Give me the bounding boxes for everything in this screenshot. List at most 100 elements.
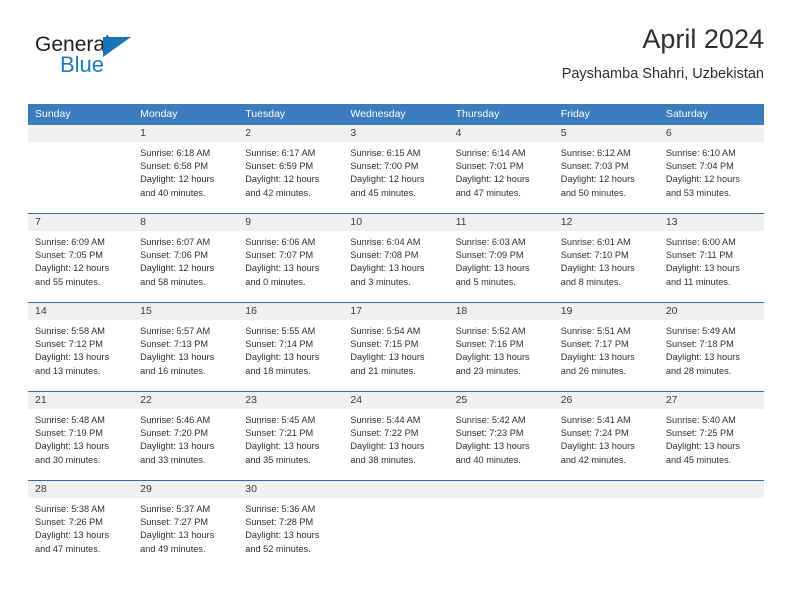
day-cell[interactable]: 17 Sunrise: 5:54 AM Sunset: 7:15 PM Dayligh… xyxy=(343,303,449,391)
day-cell[interactable]: 5 Sunrise: 6:12 AM Sunset: 7:03 PM Daylight… xyxy=(553,125,659,213)
day-details: Sunrise: 5:51 AM Sunset: 7:17 PM Daylight:… xyxy=(554,320,659,384)
daylight-text-line2: and 33 minutes. xyxy=(140,454,206,465)
sunset-text: Sunset: 7:09 PM xyxy=(455,250,524,261)
daylight-text-line2: and 35 minutes. xyxy=(245,454,311,465)
day-cell[interactable]: 21 Sunrise: 5:48 AM Sunset: 7:19 PM Dayligh… xyxy=(28,392,134,480)
sunrise-text: Sunrise: 6:01 AM xyxy=(560,237,631,247)
daylight-text-line2: and 42 minutes. xyxy=(560,454,627,465)
daylight-text-line2: and 38 minutes. xyxy=(350,454,416,465)
sunset-text: Sunset: 7:13 PM xyxy=(140,339,209,350)
daylight-text-line1: Daylight: 12 hours xyxy=(350,174,425,185)
sunrise-text: Sunrise: 5:41 AM xyxy=(560,415,631,425)
day-cell[interactable]: 1 Sunrise: 6:18 AM Sunset: 6:58 PM Daylight… xyxy=(133,125,239,213)
day-cell[interactable]: 19 Sunrise: 5:51 AM Sunset: 7:17 PM Dayligh… xyxy=(553,303,659,391)
sunrise-text: Sunrise: 6:15 AM xyxy=(350,148,421,158)
day-details: Sunrise: 5:48 AM Sunset: 7:19 PM Daylight:… xyxy=(28,409,133,473)
daylight-text-line2: and 30 minutes. xyxy=(35,454,101,465)
day-cell[interactable]: 7 Sunrise: 6:09 AM Sunset: 7:05 PM Daylight… xyxy=(28,214,134,302)
day-cell[interactable]: 28 Sunrise: 5:38 AM Sunset: 7:26 PM Dayligh… xyxy=(28,481,134,569)
day-cell[interactable]: 10 Sunrise: 6:04 AM Sunset: 7:08 PM Dayligh… xyxy=(343,214,449,302)
day-details: Sunrise: 6:15 AM Sunset: 7:00 PM Daylight:… xyxy=(343,142,448,206)
sunset-text: Sunset: 7:28 PM xyxy=(245,517,314,528)
day-cell[interactable]: 25 Sunrise: 5:42 AM Sunset: 7:23 PM Dayligh… xyxy=(448,392,554,480)
daylight-text-line2: and 28 minutes. xyxy=(665,365,732,376)
day-cell[interactable]: 16 Sunrise: 5:55 AM Sunset: 7:14 PM Dayligh… xyxy=(238,303,344,391)
day-cell[interactable]: 15 Sunrise: 5:57 AM Sunset: 7:13 PM Dayligh… xyxy=(133,303,239,391)
sunrise-text: Sunrise: 5:44 AM xyxy=(350,415,421,425)
day-cell[interactable]: 8 Sunrise: 6:07 AM Sunset: 7:06 PM Daylight… xyxy=(133,214,239,302)
sunrise-text: Sunrise: 5:40 AM xyxy=(665,415,736,425)
daylight-text-line1: Daylight: 12 hours xyxy=(560,174,635,185)
day-details: Sunrise: 6:12 AM Sunset: 7:03 PM Daylight:… xyxy=(554,142,659,206)
calendar-week-row: 21 Sunrise: 5:48 AM Sunset: 7:19 PM Dayligh… xyxy=(28,391,764,480)
day-details xyxy=(659,498,764,509)
sunset-text: Sunset: 7:23 PM xyxy=(455,428,524,439)
sunset-text: Sunset: 7:08 PM xyxy=(350,250,419,261)
sunset-text: Sunset: 7:24 PM xyxy=(560,428,629,439)
day-cell[interactable]: 23 Sunrise: 5:45 AM Sunset: 7:21 PM Dayligh… xyxy=(238,392,344,480)
daylight-text-line2: and 26 minutes. xyxy=(560,365,627,376)
day-details: Sunrise: 6:04 AM Sunset: 7:08 PM Daylight:… xyxy=(343,231,448,295)
daylight-text-line2: and 49 minutes. xyxy=(140,543,206,554)
day-cell[interactable]: 20 Sunrise: 5:49 AM Sunset: 7:18 PM Dayligh… xyxy=(658,303,764,391)
day-cell[interactable]: 11 Sunrise: 6:03 AM Sunset: 7:09 PM Dayligh… xyxy=(448,214,554,302)
day-cell[interactable]: 29 Sunrise: 5:37 AM Sunset: 7:27 PM Dayligh… xyxy=(133,481,239,569)
daylight-text-line2: and 55 minutes. xyxy=(35,276,101,287)
sunrise-text: Sunrise: 6:04 AM xyxy=(350,237,421,247)
daylight-text-line1: Daylight: 12 hours xyxy=(665,174,740,185)
calendar-week-row: 1 Sunrise: 6:18 AM Sunset: 6:58 PM Daylight… xyxy=(28,125,764,213)
day-details: Sunrise: 5:57 AM Sunset: 7:13 PM Daylight:… xyxy=(133,320,238,384)
daylight-text-line1: Daylight: 13 hours xyxy=(245,441,320,452)
daylight-text-line2: and 0 minutes. xyxy=(245,276,306,287)
day-cell[interactable]: 13 Sunrise: 6:00 AM Sunset: 7:11 PM Dayligh… xyxy=(658,214,764,302)
day-cell[interactable]: 24 Sunrise: 5:44 AM Sunset: 7:22 PM Dayligh… xyxy=(343,392,449,480)
daylight-text-line1: Daylight: 13 hours xyxy=(350,352,425,363)
day-number: 23 xyxy=(238,392,344,409)
day-cell[interactable]: 27 Sunrise: 5:40 AM Sunset: 7:25 PM Dayligh… xyxy=(658,392,764,480)
day-cell[interactable]: 2 Sunrise: 6:17 AM Sunset: 6:59 PM Daylight… xyxy=(238,125,344,213)
day-cell[interactable]: 12 Sunrise: 6:01 AM Sunset: 7:10 PM Dayligh… xyxy=(553,214,659,302)
daylight-text-line1: Daylight: 13 hours xyxy=(245,263,320,274)
day-cell[interactable]: 14 Sunrise: 5:58 AM Sunset: 7:12 PM Dayligh… xyxy=(28,303,134,391)
sunrise-text: Sunrise: 5:49 AM xyxy=(665,326,736,336)
sunrise-text: Sunrise: 6:14 AM xyxy=(455,148,526,158)
day-cell[interactable]: 4 Sunrise: 6:14 AM Sunset: 7:01 PM Daylight… xyxy=(448,125,554,213)
day-cell[interactable]: 22 Sunrise: 5:46 AM Sunset: 7:20 PM Dayligh… xyxy=(133,392,239,480)
day-number: 18 xyxy=(448,303,554,320)
day-cell[interactable]: 9 Sunrise: 6:06 AM Sunset: 7:07 PM Daylight… xyxy=(238,214,344,302)
daylight-text-line1: Daylight: 13 hours xyxy=(560,352,635,363)
day-number xyxy=(28,125,134,142)
brand-logo[interactable]: General Blue xyxy=(35,32,155,88)
sunrise-text: Sunrise: 5:52 AM xyxy=(455,326,526,336)
day-details xyxy=(343,498,448,509)
day-details: Sunrise: 6:06 AM Sunset: 7:07 PM Daylight:… xyxy=(238,231,343,295)
sunrise-text: Sunrise: 6:03 AM xyxy=(455,237,526,247)
day-cell[interactable]: 18 Sunrise: 5:52 AM Sunset: 7:16 PM Dayligh… xyxy=(448,303,554,391)
day-cell-empty xyxy=(658,481,764,569)
day-number: 1 xyxy=(133,125,239,142)
day-cell[interactable]: 30 Sunrise: 5:36 AM Sunset: 7:28 PM Dayligh… xyxy=(238,481,344,569)
sunset-text: Sunset: 7:11 PM xyxy=(665,250,734,261)
sunset-text: Sunset: 7:27 PM xyxy=(140,517,209,528)
calendar-grid: Sunday Monday Tuesday Wednesday Thursday Frid… xyxy=(28,104,764,569)
sunrise-text: Sunrise: 5:37 AM xyxy=(140,504,211,514)
daylight-text-line1: Daylight: 13 hours xyxy=(35,352,110,363)
daylight-text-line2: and 42 minutes. xyxy=(245,187,311,198)
day-number: 27 xyxy=(658,392,764,409)
daylight-text-line1: Daylight: 13 hours xyxy=(140,441,215,452)
daylight-text-line2: and 16 minutes. xyxy=(140,365,206,376)
sunset-text: Sunset: 7:07 PM xyxy=(245,250,314,261)
calendar-page: General Blue April 2024 Payshamba Shahri… xyxy=(0,0,792,612)
day-cell-empty xyxy=(343,481,449,569)
daylight-text-line2: and 40 minutes. xyxy=(455,454,521,465)
sunrise-text: Sunrise: 6:12 AM xyxy=(560,148,631,158)
day-cell[interactable]: 26 Sunrise: 5:41 AM Sunset: 7:24 PM Dayligh… xyxy=(553,392,659,480)
day-details: Sunrise: 6:17 AM Sunset: 6:59 PM Daylight:… xyxy=(238,142,343,206)
sunrise-text: Sunrise: 5:45 AM xyxy=(245,415,316,425)
sunrise-text: Sunrise: 6:18 AM xyxy=(140,148,211,158)
daylight-text-line1: Daylight: 13 hours xyxy=(455,352,530,363)
day-number: 20 xyxy=(658,303,764,320)
day-cell[interactable]: 6 Sunrise: 6:10 AM Sunset: 7:04 PM Daylight… xyxy=(658,125,764,213)
day-cell-empty xyxy=(28,125,134,213)
day-cell[interactable]: 3 Sunrise: 6:15 AM Sunset: 7:00 PM Daylight… xyxy=(343,125,449,213)
